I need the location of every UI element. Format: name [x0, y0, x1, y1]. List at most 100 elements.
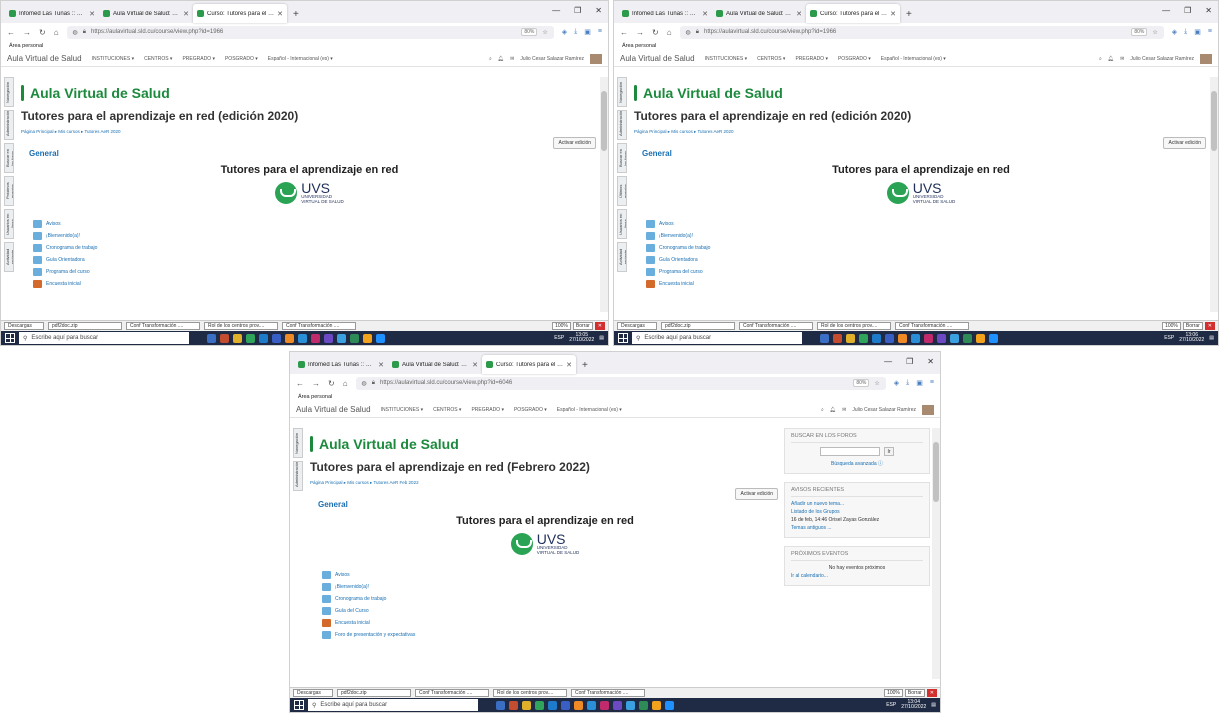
bookmark-item[interactable]: Área personal — [9, 43, 43, 49]
site-title[interactable]: Aula Virtual de Salud — [310, 428, 780, 452]
activity-item[interactable]: ¡Bienvenido(a)! — [646, 232, 1208, 240]
close-downloads-icon[interactable]: ✕ — [594, 322, 605, 330]
app-icon[interactable] — [561, 700, 570, 710]
search-icon[interactable]: ⌕ — [821, 407, 824, 413]
activity-item[interactable]: Guía Orientadora — [33, 256, 598, 264]
close-tab-icon[interactable]: ✕ — [277, 10, 283, 18]
download-item[interactable]: Rol de los centros prov.... — [817, 322, 891, 330]
language-indicator[interactable]: ESP — [886, 702, 896, 708]
zoom-level[interactable]: 80% — [1131, 28, 1148, 36]
browser-tab[interactable]: Aula Virtual de Salud: Autoaprendizaje✕ — [712, 4, 806, 23]
clear-downloads-button[interactable]: Borrar — [572, 322, 593, 330]
taskbar-search[interactable]: ⚲ Escribe aquí para buscar — [19, 332, 189, 344]
app-icon[interactable] — [885, 333, 894, 343]
app-icon[interactable] — [376, 333, 385, 343]
activity-item[interactable]: Avisos — [33, 220, 598, 228]
user-menu[interactable]: ⌕ 🔔︎ ✉ Julio Cesar Salazar Ramírez — [489, 53, 602, 64]
scrollbar[interactable] — [932, 428, 940, 679]
dock-item[interactable]: Administración — [617, 110, 627, 140]
app-icon[interactable] — [220, 333, 229, 343]
breadcrumb[interactable]: Página Principal ▸ Mis cursos ▸ Tutores … — [21, 129, 598, 135]
menu-centros[interactable]: CENTROS ▾ — [433, 407, 461, 413]
close-window-icon[interactable]: ✕ — [927, 357, 934, 366]
menu-instituciones[interactable]: INSTITUCIONES ▾ — [381, 407, 424, 413]
app-icon[interactable] — [233, 333, 242, 343]
minimize-icon[interactable]: — — [552, 6, 560, 15]
menu-pregrado[interactable]: PREGRADO ▾ — [795, 56, 828, 62]
user-menu[interactable]: ⌕ 🔔︎ ✉ Julio Cesar Salazar Ramírez — [1099, 53, 1212, 64]
menu-posgrado[interactable]: POSGRADO ▾ — [225, 56, 258, 62]
notifications-icon[interactable]: ▤ — [599, 335, 604, 341]
app-icon[interactable] — [652, 700, 661, 710]
language-indicator[interactable]: ESP — [1164, 335, 1174, 341]
reload-icon[interactable]: ↻ — [652, 28, 659, 37]
app-icon[interactable] — [976, 333, 985, 343]
menu-posgrado[interactable]: POSGRADO ▾ — [838, 56, 871, 62]
app-icon[interactable] — [833, 333, 842, 343]
new-tab-button[interactable]: + — [900, 9, 918, 23]
address-bar[interactable]: ◍ 🔒︎ https://aulavirtual.sld.cu/course/v… — [66, 25, 554, 39]
close-window-icon[interactable]: ✕ — [595, 6, 602, 15]
taskbar-search[interactable]: ⚲ Escribe aquí para buscar — [632, 332, 802, 344]
activity-item[interactable]: ¡Bienvenido(a)! — [322, 583, 780, 591]
close-tab-icon[interactable]: ✕ — [796, 10, 802, 18]
app-icon[interactable] — [298, 333, 307, 343]
new-tab-button[interactable]: + — [576, 360, 594, 374]
activity-item[interactable]: Encuesta inicial — [33, 280, 598, 288]
activity-item[interactable]: Cronograma de trabajo — [322, 595, 780, 603]
menu-posgrado[interactable]: POSGRADO ▾ — [514, 407, 547, 413]
activity-item[interactable]: ¡Bienvenido(a)! — [33, 232, 598, 240]
activity-item[interactable]: Cronograma de trabajo — [646, 244, 1208, 252]
language-menu[interactable]: Español - Internacional (es) ▾ — [557, 407, 622, 413]
downloads-button[interactable]: Descargas — [293, 689, 333, 697]
notification-icon[interactable]: 🔔︎ — [830, 407, 836, 413]
downloads-button[interactable]: Descargas — [4, 322, 44, 330]
download-item[interactable]: Conf Transformación .... — [415, 689, 489, 697]
user-name[interactable]: Julio Cesar Salazar Ramírez — [1130, 56, 1194, 62]
activity-item[interactable]: Avisos — [322, 571, 780, 579]
notification-icon[interactable]: 🔔︎ — [1108, 56, 1114, 62]
download-icon[interactable]: ⤓ — [574, 28, 577, 36]
app-icon[interactable] — [496, 700, 505, 710]
dock-item[interactable]: Administración — [4, 110, 14, 140]
close-window-icon[interactable]: ✕ — [1205, 6, 1212, 15]
menu-instituciones[interactable]: INSTITUCIONES ▾ — [705, 56, 748, 62]
windows-start-icon[interactable] — [618, 333, 628, 343]
advanced-search-link[interactable]: Búsqueda avanzada ⓘ — [791, 460, 923, 467]
add-topic-link[interactable]: Añadir un nuevo tema... — [791, 501, 923, 507]
browser-tab[interactable]: Infomed Las Tunas :: Entrada✕ — [294, 355, 388, 374]
extension-icon[interactable]: ▣ — [916, 379, 923, 387]
bookmark-star-icon[interactable]: ☆ — [542, 29, 547, 36]
dock-item[interactable]: Navegación — [293, 428, 303, 458]
app-icon[interactable] — [626, 700, 635, 710]
windows-start-icon[interactable] — [294, 700, 304, 710]
browser-tab[interactable]: Aula Virtual de Salud: Autoaprendizaje✕ — [388, 355, 482, 374]
clock[interactable]: 13:04 27/10/2022 — [901, 700, 926, 710]
scrollbar-thumb[interactable] — [601, 91, 607, 151]
maximize-icon[interactable]: ❐ — [1184, 6, 1191, 15]
scrollbar[interactable] — [600, 77, 608, 312]
dock-item[interactable]: Próximos eventos — [4, 176, 14, 206]
menu-icon[interactable]: ≡ — [1208, 28, 1212, 36]
extension-icon[interactable]: ▣ — [584, 28, 591, 36]
app-icon[interactable] — [898, 333, 907, 343]
dock-item[interactable]: Buscar en los foros — [4, 143, 14, 173]
pocket-icon[interactable]: ◈ — [1172, 28, 1177, 36]
site-brand[interactable]: Aula Virtual de Salud — [296, 405, 371, 414]
app-icon[interactable] — [950, 333, 959, 343]
app-icon[interactable] — [963, 333, 972, 343]
close-tab-icon[interactable]: ✕ — [566, 361, 572, 369]
browser-tab-active[interactable]: Curso: Tutores para el aprendizaje en re… — [193, 4, 287, 23]
site-title[interactable]: Aula Virtual de Salud — [21, 77, 598, 101]
maximize-icon[interactable]: ❐ — [574, 6, 581, 15]
close-tab-icon[interactable]: ✕ — [89, 10, 95, 18]
downloads-button[interactable]: Descargas — [617, 322, 657, 330]
app-icon[interactable] — [613, 700, 622, 710]
user-name[interactable]: Julio Cesar Salazar Ramírez — [520, 56, 584, 62]
dock-item[interactable]: Últimos eventos — [617, 176, 627, 206]
back-icon[interactable]: ← — [620, 28, 628, 37]
bookmark-item[interactable]: Área personal — [622, 43, 656, 49]
download-item[interactable]: Conf Transformación .... — [739, 322, 813, 330]
dock-item[interactable]: Navegación — [4, 77, 14, 107]
scrollbar[interactable] — [1210, 77, 1218, 312]
